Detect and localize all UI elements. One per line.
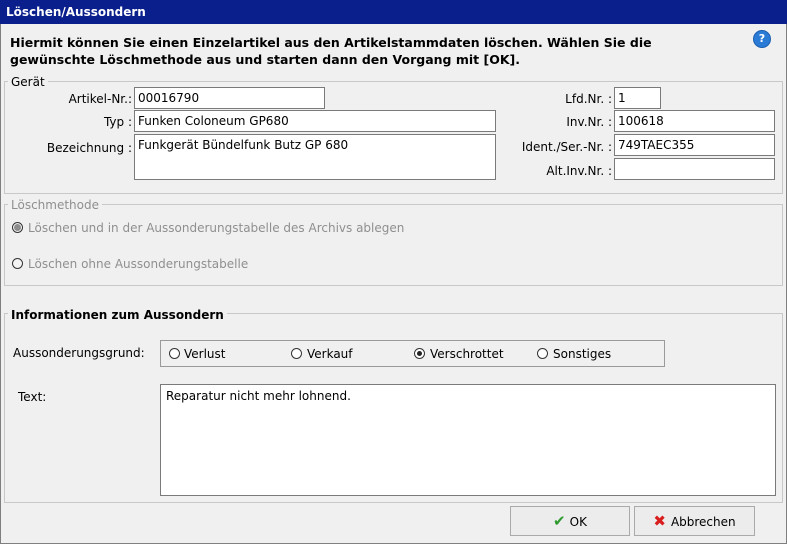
close-icon: ✖ [653,512,666,530]
aussondern-legend: Informationen zum Aussondern [8,308,227,322]
aussonderungsgrund-label: Aussonderungsgrund: [13,346,145,360]
radio-verkauf-label[interactable]: Verkauf [307,347,353,361]
intro-text: Hiermit können Sie einen Einzelartikel a… [10,34,730,68]
radio-verkauf[interactable] [291,348,302,359]
ok-button-label: OK [569,515,587,529]
radio-sonstiges[interactable] [537,348,548,359]
radio-archiv-ablegen-label[interactable]: Löschen und in der Aussonderungstabelle … [28,221,404,235]
text-area[interactable]: Reparatur nicht mehr lohnend. [160,384,776,496]
bezeichnung-field[interactable]: Funkgerät Bündelfunk Butz GP 680 [134,134,496,180]
lfd-nr-field[interactable]: 1 [614,87,661,109]
typ-label: Typ : [103,115,132,129]
ident-nr-label: Ident./Ser.-Nr. : [521,140,612,154]
radio-ohne-aussonderung[interactable] [12,258,23,269]
cancel-button[interactable]: ✖ Abbrechen [634,506,755,536]
alt-inv-nr-label: Alt.Inv.Nr. : [546,164,612,178]
radio-sonstiges-label[interactable]: Sonstiges [553,347,611,361]
radio-verschrottet-label[interactable]: Verschrottet [430,347,504,361]
ok-button[interactable]: ✔ OK [510,506,630,536]
checkmark-icon: ✔ [553,512,566,530]
ident-nr-field[interactable]: 749TAEC355 [614,134,775,156]
alt-inv-nr-field[interactable] [614,158,775,180]
loeschmethode-group [4,204,783,286]
artikel-nr-label: Artikel-Nr.: [68,92,132,106]
radio-verlust[interactable] [169,348,180,359]
intro-line-2: gewünschte Löschmethode aus und starten … [10,52,520,67]
artikel-nr-field[interactable]: 00016790 [134,87,325,109]
cancel-button-label: Abbrechen [670,515,736,529]
radio-ohne-aussonderung-label[interactable]: Löschen ohne Aussonderungstabelle [28,257,248,271]
typ-field[interactable]: Funken Coloneum GP680 [134,110,496,132]
radio-archiv-ablegen[interactable] [12,222,23,233]
window-title: Löschen/Aussondern [0,0,787,24]
geraet-legend: Gerät [8,75,48,89]
radio-verschrottet[interactable] [414,348,425,359]
help-icon[interactable]: ? [753,30,771,48]
text-label: Text: [18,390,47,404]
loeschmethode-legend: Löschmethode [8,198,102,212]
intro-line-1: Hiermit können Sie einen Einzelartikel a… [10,35,652,50]
bezeichnung-label: Bezeichnung : [46,141,132,155]
lfd-nr-label: Lfd.Nr. : [565,92,612,106]
radio-verlust-label[interactable]: Verlust [184,347,226,361]
inv-nr-field[interactable]: 100618 [614,110,775,132]
inv-nr-label: Inv.Nr. : [566,115,612,129]
